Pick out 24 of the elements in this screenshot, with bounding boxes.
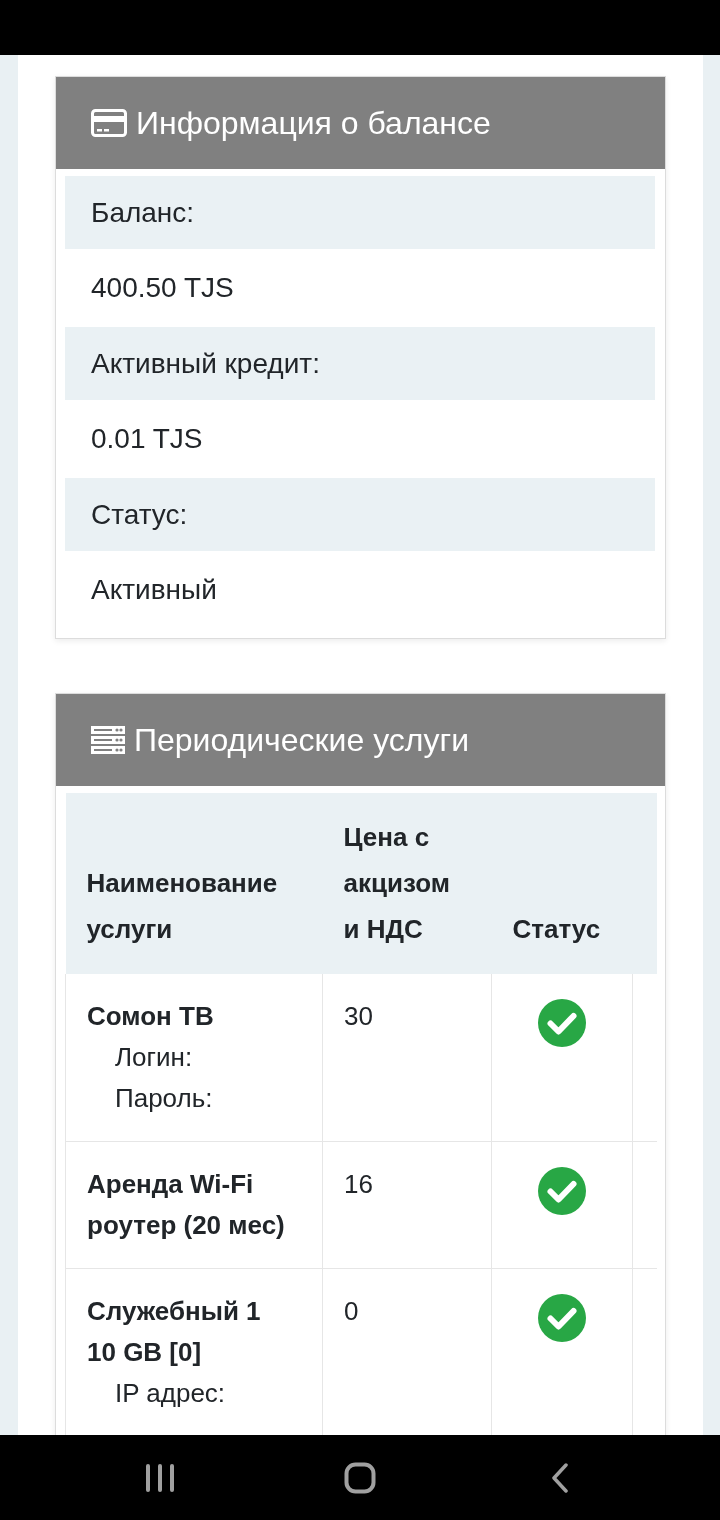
home-icon[interactable]	[344, 1461, 376, 1494]
recent-apps-icon[interactable]	[145, 1462, 175, 1493]
detail-label: Логин:	[114, 1041, 194, 1074]
service-name: Сомон ТВ	[87, 1000, 215, 1033]
field-value: 0.01 TJS	[91, 423, 203, 454]
server-icon	[91, 726, 125, 754]
field-label: Активный кредит:	[65, 327, 655, 400]
field-label: Баланс:	[65, 176, 655, 249]
column-header: Цена с акцизом и НДС	[322, 793, 492, 974]
table-cell: 30	[322, 974, 492, 1142]
credit-card-icon	[91, 109, 127, 137]
column-header: Наименование услуги	[65, 793, 323, 974]
card-title: Периодические услуги	[134, 724, 469, 756]
field-value: Активный	[91, 574, 217, 605]
service-name: Служебный 1 10 GB [0]	[87, 1295, 262, 1369]
table-cell: 16	[322, 1141, 492, 1269]
field-label: Статус:	[65, 478, 655, 551]
service-name: Аренда Wi-Fi роутер (20 мес)	[87, 1168, 286, 1242]
column-header: Статус	[491, 793, 633, 974]
detail-label: Пароль:	[114, 1082, 214, 1115]
card-title: Информация о балансе	[136, 107, 491, 139]
back-icon[interactable]	[551, 1462, 569, 1493]
field-value: 400.50 TJS	[91, 272, 234, 303]
detail-label: IP адрес:	[114, 1377, 227, 1410]
